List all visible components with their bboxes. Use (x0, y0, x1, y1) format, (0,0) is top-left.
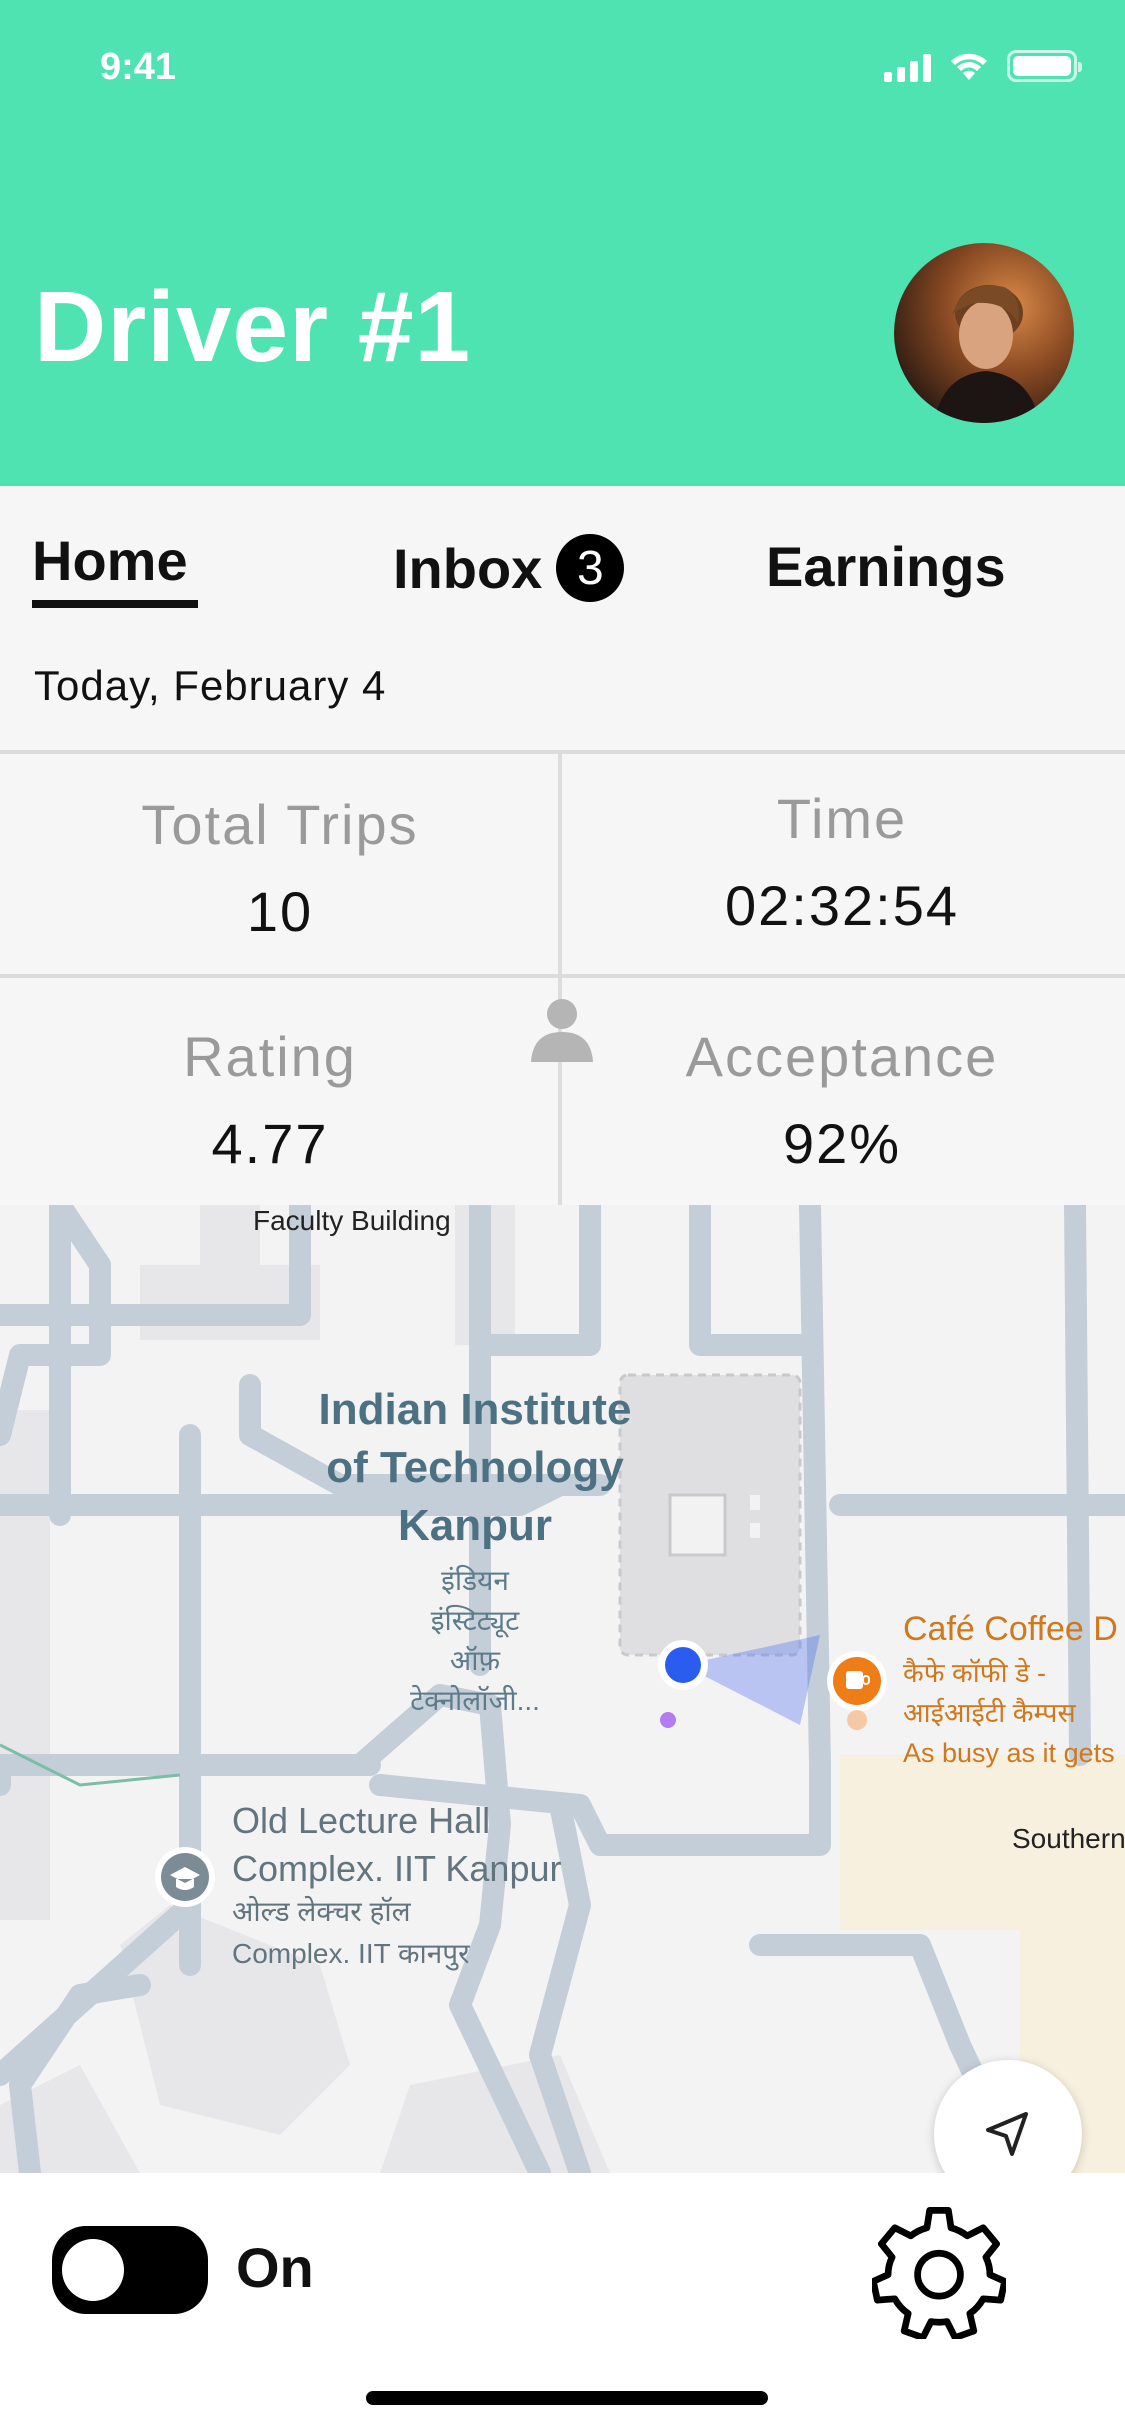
status-icons (884, 50, 1082, 82)
campus-hindi-line: टेक्नोलॉजी... (410, 1685, 540, 1716)
campus-hindi-line: इंस्टिट्यूट (430, 1605, 520, 1636)
stat-total-trips: Total Trips 10 (0, 792, 560, 944)
campus-name-line: Kanpur (398, 1501, 552, 1550)
toggle-label: On (236, 2236, 314, 2299)
map-label-southern: Southern (1012, 1823, 1125, 1854)
signal-icon (884, 54, 931, 82)
map-label-campus: Indian Institute of Technology Kanpur (300, 1381, 650, 1555)
bottom-bar: On (0, 2173, 1125, 2436)
tab-earnings[interactable]: Earnings (766, 534, 1006, 599)
lecture-hall-hindi-line: ओल्ड लेक्चर हॉल (232, 1896, 411, 1927)
lecture-hall-line: Old Lecture Hall (232, 1800, 491, 1841)
map-label-cafe-hindi: कैफे कॉफी डे - आईआईटी कैम्पस (903, 1653, 1076, 1733)
stat-value: 92% (782, 1112, 902, 1175)
map-label-lecture-hall: Old Lecture Hall Complex. IIT Kanpur (232, 1797, 561, 1893)
home-indicator (366, 2391, 768, 2405)
app-header: 9:41 Driver #1 (0, 0, 1125, 486)
stats-divider-horizontal (0, 974, 1125, 978)
active-tab-indicator (32, 600, 198, 608)
battery-icon (1007, 50, 1082, 82)
map-label-cafe: Café Coffee D (903, 1610, 1118, 1648)
date-label: Today, February 4 (34, 662, 387, 709)
wifi-icon (951, 53, 987, 80)
stat-label: Time (776, 787, 908, 850)
stats-panel: Total Trips 10 Time 02:32:54 Rating 4.77… (0, 750, 1125, 1205)
map-label-cafe-busy: As busy as it gets (903, 1738, 1115, 1768)
status-time: 9:41 (100, 46, 177, 88)
cafe-hindi-line: आईआईटी कैम्पस (903, 1698, 1076, 1728)
map-label-campus-hindi: इंडियन इंस्टिट्यूट ऑफ़ टेक्नोलॉजी... (375, 1561, 575, 1721)
online-toggle[interactable] (52, 2226, 208, 2314)
map-view[interactable]: Faculty Building Indian Institute of Tec… (0, 1205, 1125, 2173)
stat-rating: Rating 4.77 (0, 1024, 550, 1176)
tab-inbox[interactable]: Inbox 3 (393, 534, 625, 602)
tab-inbox-label: Inbox (393, 536, 543, 600)
stat-value: 4.77 (211, 1112, 329, 1175)
map-label-lecture-hall-hindi: ओल्ड लेक्चर हॉल Complex. IIT कानपुर (232, 1891, 470, 1975)
lecture-hall-hindi-line: Complex. IIT कानपुर (232, 1938, 470, 1969)
map-label-faculty-building: Faculty Building (253, 1205, 451, 1236)
toggle-knob (62, 2239, 124, 2301)
tab-bar: Home Inbox 3 Earnings Today, February 4 (0, 486, 1125, 750)
cafe-hindi-line: कैफे कॉफी डे - (903, 1658, 1047, 1688)
stat-time: Time 02:32:54 (562, 786, 1122, 938)
tab-home[interactable]: Home (32, 528, 188, 593)
person-icon (531, 999, 593, 1062)
stat-label: Rating (183, 1025, 357, 1088)
stat-value: 10 (246, 880, 314, 943)
page-title: Driver #1 (34, 271, 472, 383)
gear-icon[interactable] (872, 2205, 1006, 2339)
lecture-hall-line: Complex. IIT Kanpur (232, 1848, 562, 1889)
navigation-arrow-icon (986, 2112, 1028, 2156)
campus-hindi-line: ऑफ़ (449, 1645, 501, 1676)
avatar[interactable] (894, 243, 1074, 423)
stat-label: Total Trips (141, 793, 419, 856)
campus-name-line: Indian Institute (318, 1385, 632, 1434)
inbox-badge: 3 (556, 534, 625, 602)
stat-value: 02:32:54 (725, 874, 959, 937)
campus-hindi-line: इंडियन (441, 1565, 509, 1596)
stat-acceptance: Acceptance 92% (562, 1024, 1122, 1176)
campus-name-line: of Technology (326, 1443, 624, 1492)
stat-label: Acceptance (685, 1025, 999, 1088)
